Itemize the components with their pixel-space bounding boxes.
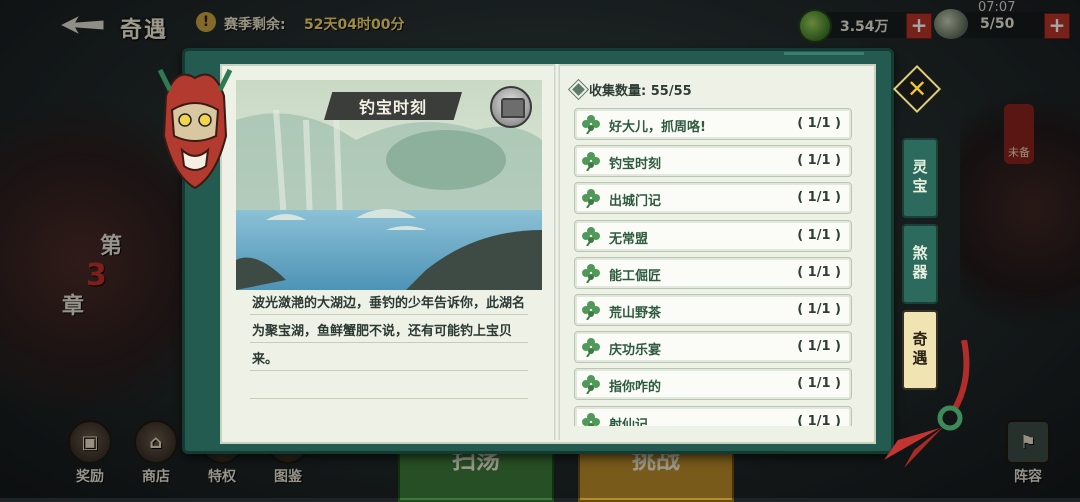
list-item-count: ( 1/1 ) [797,301,841,317]
close-button[interactable]: ✕ [892,64,942,114]
clover-icon [582,412,600,426]
list-item-name: 庆功乐宴 [609,343,662,359]
tassel-ornament [884,340,970,468]
list-item[interactable]: 无常盟 ( 1/1 ) [574,219,852,252]
list-item-count: ( 1/1 ) [797,376,841,392]
close-icon: ✕ [906,75,928,103]
clover-icon [582,226,600,246]
diamond-icon [572,83,585,96]
list-item-count: ( 1/1 ) [797,413,841,427]
list-item-name: 射仙记 [609,417,649,427]
list-item[interactable]: 庆功乐宴 ( 1/1 ) [574,331,852,364]
list-item-count: ( 1/1 ) [797,190,841,206]
list-item-name: 能工倔匠 [609,268,662,284]
list-item[interactable]: 指你咋的 ( 1/1 ) [574,368,852,401]
encounter-description: 波光潋滟的大湖边，垂钓的少年告诉你，此湖名为聚宝湖，鱼鲜蟹肥不说，还有可能钓上宝… [252,296,526,367]
encounter-title: 钓宝时刻 [358,98,427,117]
collection-count: 收集数量: 55/55 [572,80,692,99]
clover-icon [582,115,600,134]
list-item-name: 钓宝时刻 [609,157,662,173]
list-item-count: ( 1/1 ) [797,153,841,169]
list-item-name: 无常盟 [609,231,649,247]
frame-ornament [784,52,864,69]
clover-icon [582,189,600,209]
list-item[interactable]: 射仙记 ( 1/1 ) [574,405,852,427]
clover-icon [582,338,600,358]
tab-shaqi[interactable]: 煞器 [902,224,938,304]
list-item[interactable]: 出城门记 ( 1/1 ) [574,182,852,215]
list-item-count: ( 1/1 ) [797,339,841,355]
list-item-count: ( 1/1 ) [797,264,841,280]
rule-line [250,398,528,399]
list-item-count: ( 1/1 ) [797,116,841,131]
list-item-count: ( 1/1 ) [797,227,841,243]
list-item-name: 荒山野茶 [609,305,662,321]
treasure-chest-icon[interactable] [490,86,532,128]
list-item-name: 出城门记 [609,194,662,210]
book-spine [554,64,560,440]
list-item-name: 指你咋的 [609,380,662,396]
list-item[interactable]: 能工倔匠 ( 1/1 ) [574,256,852,289]
encounter-title-banner: 钓宝时刻 [324,92,462,120]
collection-count-label: 收集数量: 55/55 [589,84,692,99]
list-item[interactable]: 钓宝时刻 ( 1/1 ) [574,145,852,178]
list-item-name: 好大儿，抓周咯! [609,120,706,135]
encounter-list[interactable]: 好大儿，抓周咯!( 1/1 ) 钓宝时刻( 1/1 ) 出城门记( 1/1 ) 无常盟… [574,108,852,426]
demon-mask-icon [157,68,233,190]
clover-icon [582,300,600,320]
clover-icon [582,152,600,172]
clover-icon [582,375,600,395]
tab-lingbao[interactable]: 灵宝 [902,138,938,218]
list-item[interactable]: 好大儿，抓周咯! ( 1/1 ) [574,108,852,140]
clover-icon [582,263,600,283]
list-item[interactable]: 荒山野茶 ( 1/1 ) [574,293,852,326]
